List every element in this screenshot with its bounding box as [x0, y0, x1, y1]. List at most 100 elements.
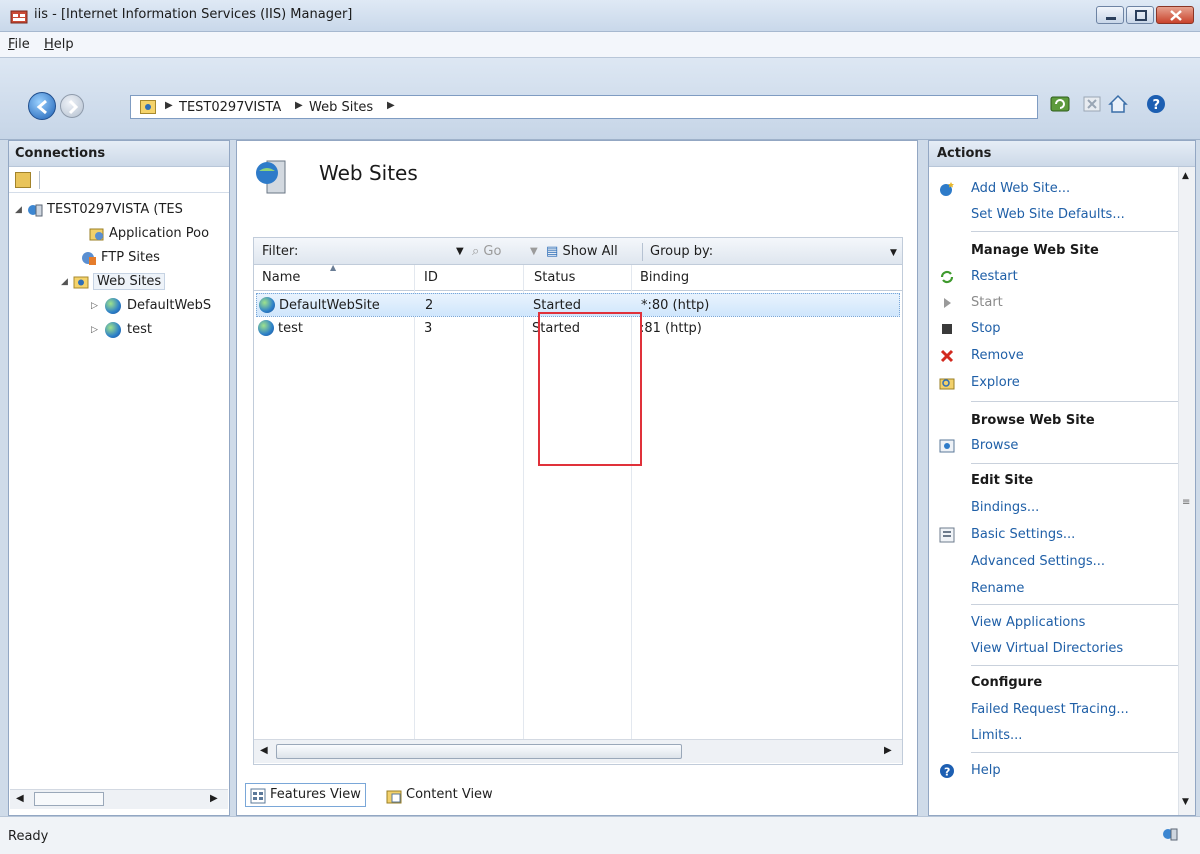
tree-node-ftp-sites[interactable]: FTP Sites — [9, 247, 229, 269]
scrollbar-thumb[interactable] — [276, 744, 682, 759]
section-configure: Configure — [971, 675, 1043, 690]
scrollbar-thumb[interactable] — [34, 792, 104, 806]
tree-node-defaultwebsite[interactable]: ▷ DefaultWebS — [9, 295, 229, 317]
stop-loading-icon[interactable] — [1080, 92, 1104, 116]
group-by-label[interactable]: Group by: — [650, 244, 713, 259]
action-label: View Applications — [971, 615, 1086, 630]
expander-closed-icon[interactable]: ▷ — [91, 301, 99, 311]
action-bindings[interactable]: Bindings... — [929, 496, 1179, 520]
menu-file[interactable]: File — [8, 37, 30, 52]
grid-horizontal-scrollbar[interactable]: ◀ ▶ — [254, 739, 902, 763]
expander-open-icon[interactable]: ◢ — [15, 205, 23, 215]
home-icon[interactable] — [1106, 92, 1130, 116]
remove-icon — [940, 349, 954, 363]
action-add-web-site[interactable]: Add Web Site... — [929, 177, 1179, 201]
action-label: Browse — [971, 438, 1019, 453]
refresh-icon[interactable] — [1048, 92, 1072, 116]
action-label: Start — [971, 295, 1003, 310]
tab-content-view[interactable]: Content View — [381, 783, 498, 807]
action-label: Stop — [971, 321, 1001, 336]
actions-vertical-scrollbar[interactable]: ▲ ≡ ▼ — [1178, 167, 1195, 815]
scroll-right-icon[interactable]: ▶ — [210, 793, 218, 804]
action-view-applications[interactable]: View Applications — [929, 611, 1179, 635]
breadcrumb-separator-icon: ▶ — [165, 100, 173, 111]
page-title: Web Sites — [319, 161, 418, 185]
menu-bar: File Help — [0, 32, 1200, 58]
section-divider — [971, 463, 1179, 464]
action-label: Restart — [971, 269, 1018, 284]
scroll-left-icon[interactable]: ◀ — [260, 745, 268, 756]
column-header-id[interactable]: ID — [424, 270, 438, 285]
action-restart[interactable]: Restart — [929, 265, 1179, 289]
connections-panel: Connections ◢ TEST0297VISTA (TES Applica… — [8, 140, 230, 816]
expander-closed-icon[interactable]: ▷ — [91, 325, 99, 335]
maximize-button[interactable] — [1126, 6, 1154, 24]
cell-name: test — [278, 321, 303, 336]
close-button[interactable] — [1156, 6, 1194, 24]
web-sites-folder-icon — [140, 100, 156, 114]
column-header-name[interactable]: Name — [262, 270, 300, 285]
help-dropdown-icon[interactable]: ? — [1144, 92, 1168, 116]
action-view-virtual-directories[interactable]: View Virtual Directories — [929, 637, 1179, 661]
breadcrumb-web-sites[interactable]: Web Sites — [309, 100, 373, 115]
action-stop[interactable]: Stop — [929, 317, 1179, 341]
grid-header: Name ▲ ID Status Binding — [254, 263, 902, 291]
tab-content-view-label: Content View — [406, 787, 493, 802]
action-limits[interactable]: Limits... — [929, 724, 1179, 748]
show-all-button[interactable]: ▤ Show All — [546, 244, 618, 259]
content-view-icon — [386, 790, 402, 804]
scroll-up-icon[interactable]: ▲ — [1182, 171, 1189, 181]
restart-icon — [940, 270, 954, 284]
go-button[interactable]: ⌕ Go — [472, 244, 501, 259]
filter-dropdown-icon[interactable]: ▼ — [456, 246, 464, 257]
minimize-icon — [1106, 17, 1116, 20]
tree-node-web-sites[interactable]: ◢ Web Sites — [9, 271, 229, 293]
action-help[interactable]: ? Help — [929, 759, 1179, 783]
go-dropdown-icon[interactable]: ▼ — [530, 246, 538, 257]
back-button[interactable] — [28, 92, 56, 120]
globe-icon — [105, 298, 121, 314]
action-start[interactable]: Start — [929, 291, 1179, 315]
tab-features-view[interactable]: Features View — [245, 783, 366, 807]
cell-id: 3 — [424, 321, 433, 336]
action-rename[interactable]: Rename — [929, 577, 1179, 601]
breadcrumb-server[interactable]: TEST0297VISTA — [179, 100, 281, 115]
filter-label: Filter: — [262, 244, 299, 259]
scroll-left-icon[interactable]: ◀ — [16, 793, 24, 804]
connect-icon[interactable] — [15, 172, 31, 188]
scroll-down-icon[interactable]: ▼ — [1182, 797, 1189, 807]
column-header-binding[interactable]: Binding — [640, 270, 689, 285]
action-failed-request-tracing[interactable]: Failed Request Tracing... — [929, 698, 1179, 722]
tree-label-application-pools: Application Poo — [109, 226, 210, 241]
connections-horizontal-scrollbar[interactable]: ◀ ▶ — [10, 789, 228, 809]
action-set-web-site-defaults[interactable]: Set Web Site Defaults... — [929, 203, 1179, 227]
scrollbar-grip-icon[interactable]: ≡ — [1182, 497, 1190, 508]
cell-binding: :81 (http) — [640, 321, 702, 336]
svg-text:?: ? — [1153, 98, 1161, 113]
expander-open-icon[interactable]: ◢ — [61, 277, 69, 287]
action-advanced-settings[interactable]: Advanced Settings... — [929, 550, 1179, 574]
tree-node-server[interactable]: ◢ TEST0297VISTA (TES — [9, 199, 229, 221]
address-bar[interactable]: ▶ TEST0297VISTA ▶ Web Sites ▶ — [130, 95, 1038, 119]
forward-button[interactable] — [60, 94, 84, 118]
back-arrow-icon — [36, 99, 47, 115]
minimize-button[interactable] — [1096, 6, 1124, 24]
action-explore[interactable]: Explore — [929, 371, 1179, 395]
action-label: Rename — [971, 581, 1025, 596]
column-header-status[interactable]: Status — [534, 270, 575, 285]
scroll-right-icon[interactable]: ▶ — [884, 745, 892, 756]
filter-bar-overflow-icon[interactable]: ▼ — [890, 248, 897, 258]
help-icon: ? — [940, 764, 954, 779]
cell-id: 2 — [425, 298, 434, 313]
action-label: Remove — [971, 348, 1024, 363]
tree-node-application-pools[interactable]: Application Poo — [9, 223, 229, 245]
iis-app-icon — [10, 10, 28, 24]
action-basic-settings[interactable]: Basic Settings... — [929, 523, 1179, 547]
toolbar-divider — [39, 171, 40, 189]
features-view-icon — [250, 788, 266, 804]
action-label: Failed Request Tracing... — [971, 702, 1129, 717]
action-remove[interactable]: Remove — [929, 344, 1179, 368]
action-browse[interactable]: Browse — [929, 434, 1179, 458]
menu-help[interactable]: Help — [44, 37, 74, 52]
tree-node-test[interactable]: ▷ test — [9, 319, 229, 341]
